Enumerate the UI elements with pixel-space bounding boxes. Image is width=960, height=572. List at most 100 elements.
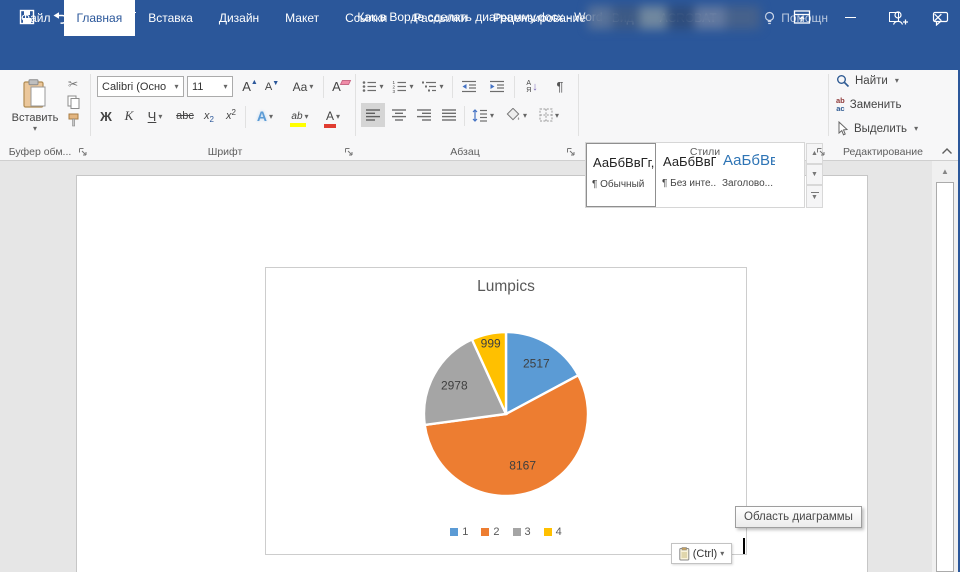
align-center-button[interactable]: [387, 103, 411, 127]
numbering-button[interactable]: 123: [389, 76, 417, 97]
font-size-dropdown-arrow[interactable]: ▾: [219, 82, 232, 91]
font-dialog-launcher[interactable]: [344, 144, 356, 156]
editing-group-label: Редактирование: [843, 146, 923, 158]
minimize-button[interactable]: [828, 0, 872, 34]
find-button[interactable]: Найти: [836, 72, 899, 89]
align-left-icon: [365, 109, 380, 121]
shrink-arrow: ▼: [272, 80, 280, 87]
font-color-button[interactable]: А: [318, 104, 348, 128]
grow-font-button[interactable]: A ▲: [239, 76, 261, 97]
align-right-icon: [416, 109, 431, 121]
svg-text:3: 3: [393, 89, 396, 93]
scrollbar-thumb[interactable]: [936, 182, 954, 572]
pie-chart[interactable]: 2517 8167 2978 999: [266, 268, 746, 554]
align-left-button[interactable]: [361, 103, 385, 127]
paste-options-button[interactable]: (Ctrl) ▾: [671, 543, 732, 564]
superscript-button[interactable]: x2: [220, 104, 242, 128]
italic-button[interactable]: К: [119, 104, 139, 128]
styles-more-button[interactable]: ▼: [806, 185, 823, 208]
scroll-up-button[interactable]: ▲: [936, 163, 954, 180]
shading-button[interactable]: [501, 103, 531, 127]
style-name: Заголово...: [722, 178, 773, 189]
separator: [323, 76, 324, 98]
styles-scroll-down-button[interactable]: ▼: [806, 164, 823, 185]
sort-button[interactable]: АЯ ↓: [518, 76, 546, 97]
increase-indent-icon: [490, 80, 504, 93]
decrease-indent-button[interactable]: [456, 76, 482, 97]
replace-icon: ab ac: [836, 96, 845, 113]
tab-design[interactable]: Дизайн: [206, 0, 272, 36]
align-right-button[interactable]: [412, 103, 436, 127]
tab-file[interactable]: Файл: [8, 0, 64, 36]
tab-mailings[interactable]: Рассылки: [400, 0, 480, 36]
legend-label: 1: [462, 526, 469, 538]
tab-home[interactable]: Главная: [63, 0, 136, 36]
paste-dropdown-arrow: ▾: [32, 124, 37, 133]
tab-references[interactable]: Ссылки: [332, 0, 400, 36]
copy-button[interactable]: [64, 94, 82, 110]
text-highlight-button[interactable]: ab: [284, 104, 316, 128]
justify-button[interactable]: [437, 103, 461, 127]
line-spacing-button[interactable]: [468, 103, 498, 127]
format-painter-button[interactable]: [64, 112, 82, 128]
vertical-scrollbar[interactable]: ▲: [932, 161, 958, 572]
paste-options-dropdown-arrow: ▾: [720, 549, 725, 558]
paint-bucket-icon: [506, 108, 520, 121]
document-area[interactable]: Lumpics 2517 8167 2978 999 1234 Область диа…: [0, 161, 958, 572]
collapse-ribbon-button[interactable]: [938, 142, 956, 160]
chevron-up-icon: [942, 148, 952, 154]
legend-swatch: [481, 528, 490, 536]
text-effects-button[interactable]: A: [249, 104, 281, 128]
change-case-button[interactable]: Aa: [288, 76, 318, 97]
maximize-icon: [889, 12, 899, 22]
grow-arrow: ▲: [250, 79, 258, 86]
select-label: Выделить: [854, 122, 908, 135]
cut-button[interactable]: ✂: [64, 76, 82, 92]
styles-dialog-launcher[interactable]: [816, 144, 828, 156]
increase-indent-button[interactable]: [484, 76, 510, 97]
chart-legend: 1 2 3 4: [266, 526, 746, 538]
separator: [355, 74, 356, 136]
separator: [245, 106, 246, 128]
decrease-indent-icon: [462, 80, 476, 93]
tab-review[interactable]: Рецензирование: [480, 0, 599, 36]
text-cursor: [743, 538, 745, 554]
separator: [90, 74, 91, 136]
select-button[interactable]: Выделить: [836, 120, 918, 137]
strikethrough-button[interactable]: abc: [172, 104, 198, 128]
tab-insert[interactable]: Вставка: [135, 0, 206, 36]
borders-button[interactable]: [534, 103, 564, 127]
separator: [514, 76, 515, 98]
legend-label: 2: [493, 526, 500, 538]
borders-icon: [539, 108, 553, 122]
paste-button[interactable]: Вставить ▾: [8, 74, 62, 138]
data-label-1: 2517: [523, 356, 550, 370]
font-name-dropdown-arrow[interactable]: ▾: [170, 82, 183, 91]
close-button[interactable]: ×: [916, 0, 960, 34]
underline-button[interactable]: Ч: [140, 104, 170, 128]
lightbulb-icon: [765, 11, 775, 24]
eraser-shape: [339, 80, 351, 85]
bullets-button[interactable]: [359, 76, 387, 97]
replace-label: Заменить: [849, 98, 902, 111]
clipboard-dialog-launcher[interactable]: [78, 144, 90, 156]
clear-formatting-button[interactable]: A: [329, 76, 353, 97]
style-name: ¶ Обычный: [592, 179, 645, 190]
show-formatting-marks-button[interactable]: ¶: [548, 76, 572, 97]
ribbon-display-options-button[interactable]: [792, 8, 812, 26]
paragraph-dialog-launcher[interactable]: [566, 144, 578, 156]
format-painter-icon: [68, 113, 78, 127]
replace-button[interactable]: ab ac Заменить: [836, 96, 901, 113]
bold-button[interactable]: Ж: [95, 104, 117, 128]
tab-layout[interactable]: Макет: [272, 0, 332, 36]
font-name-combo[interactable]: Calibri (Осно ▾: [97, 76, 184, 97]
shrink-font-button[interactable]: A ▼: [262, 76, 282, 97]
maximize-button[interactable]: [872, 0, 916, 34]
subscript-button[interactable]: x2: [198, 104, 220, 128]
chart-object[interactable]: Lumpics 2517 8167 2978 999 1234: [265, 267, 747, 555]
scissors-icon: ✂: [67, 77, 79, 91]
multilevel-list-button[interactable]: [419, 76, 447, 97]
style-name: ¶ Без инте...: [662, 178, 716, 189]
font-size-combo[interactable]: 11 ▾: [187, 76, 233, 97]
line-spacing-icon: [472, 108, 487, 122]
